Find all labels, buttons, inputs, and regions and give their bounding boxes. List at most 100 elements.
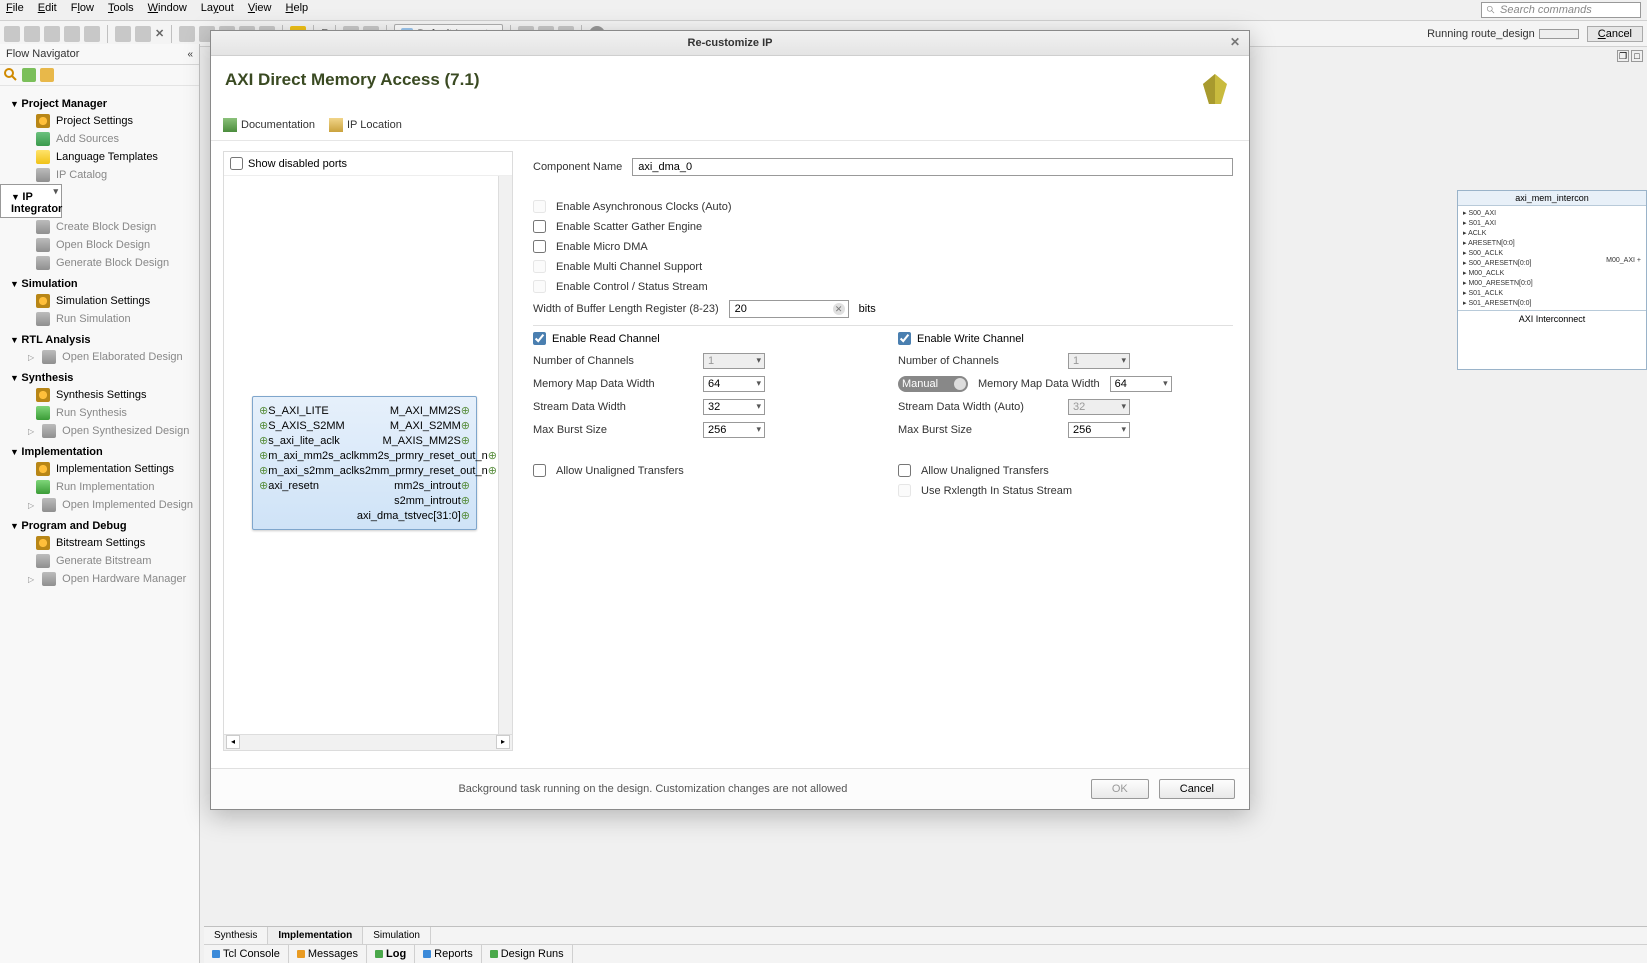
enable-async-clocks-label: Enable Asynchronous Clocks (Auto): [556, 201, 731, 213]
bottom-tab[interactable]: Reports: [415, 945, 482, 963]
search-icon[interactable]: [4, 68, 18, 82]
nav-tb-icon[interactable]: [40, 68, 54, 82]
bottom-tab[interactable]: Implementation: [268, 927, 363, 944]
nav-item[interactable]: Open Synthesized Design: [0, 422, 199, 440]
tb-icon[interactable]: [24, 26, 40, 42]
nav-item[interactable]: Generate Block Design: [0, 254, 199, 272]
enable-async-clocks-checkbox: [533, 200, 546, 213]
enable-write-channel-checkbox[interactable]: [898, 332, 911, 345]
read-unaligned-checkbox[interactable]: [533, 464, 546, 477]
write-unaligned-checkbox[interactable]: [898, 464, 911, 477]
nav-item[interactable]: Open Block Design: [0, 236, 199, 254]
component-name-input[interactable]: [632, 158, 1233, 176]
bd-port: ▸ M00_ARESETN[0:0]: [1460, 278, 1644, 288]
nav-item[interactable]: Simulation Settings: [0, 292, 199, 310]
nav-item[interactable]: Add Sources: [0, 130, 199, 148]
ok-button[interactable]: OK: [1091, 779, 1149, 799]
vertical-scrollbar[interactable]: [498, 176, 512, 736]
tab-icon: [490, 950, 498, 958]
bottom-tab[interactable]: Tcl Console: [204, 945, 289, 963]
tb-icon[interactable]: [4, 26, 20, 42]
menu-tools[interactable]: Tools: [108, 2, 134, 18]
write-mmw-select[interactable]: 64: [1110, 376, 1172, 392]
enable-write-channel-label: Enable Write Channel: [917, 333, 1024, 345]
tb-icon[interactable]: [179, 26, 195, 42]
tab-label: Design Runs: [501, 948, 564, 960]
tb-icon[interactable]: [84, 26, 100, 42]
bottom-tab[interactable]: Messages: [289, 945, 367, 963]
nav-section[interactable]: Simulation: [0, 272, 199, 292]
enable-scatter-gather-checkbox[interactable]: [533, 220, 546, 233]
bottom-tab[interactable]: Log: [367, 945, 415, 963]
nav-section[interactable]: IP Integrator: [0, 184, 62, 218]
nav-item[interactable]: Run Simulation: [0, 310, 199, 328]
nav-item[interactable]: Project Settings: [0, 112, 199, 130]
nav-item[interactable]: IP Catalog: [0, 166, 199, 184]
maximize-icon[interactable]: □: [1631, 50, 1643, 62]
nav-item[interactable]: Bitstream Settings: [0, 534, 199, 552]
read-mmw-select[interactable]: 64: [703, 376, 765, 392]
nav-section[interactable]: Program and Debug: [0, 514, 199, 534]
scroll-left-icon[interactable]: ◂: [226, 735, 240, 749]
nav-item[interactable]: Open Elaborated Design: [0, 348, 199, 366]
nav-item[interactable]: Open Implemented Design: [0, 496, 199, 514]
clear-icon[interactable]: ✕: [833, 303, 845, 315]
nav-item-icon: [36, 294, 50, 308]
nav-item-icon: [42, 572, 56, 586]
flow-navigator-toolbar: [0, 65, 199, 86]
ip-port-right: M_AXIS_MM2S⊕: [383, 434, 470, 447]
write-burst-select[interactable]: 256: [1068, 422, 1130, 438]
bottom-tab[interactable]: Design Runs: [482, 945, 573, 963]
tb-icon[interactable]: [64, 26, 80, 42]
scroll-right-icon[interactable]: ▸: [496, 735, 510, 749]
menu-edit[interactable]: Edit: [38, 2, 57, 18]
read-burst-select[interactable]: 256: [703, 422, 765, 438]
mmw-manual-toggle[interactable]: Manual: [898, 376, 968, 392]
nav-item[interactable]: Synthesis Settings: [0, 386, 199, 404]
dialog-footer: Background task running on the design. C…: [211, 768, 1249, 809]
nav-section[interactable]: Synthesis: [0, 366, 199, 386]
tb-icon[interactable]: [135, 26, 151, 42]
restore-icon[interactable]: ❐: [1617, 50, 1629, 62]
tb-icon[interactable]: [44, 26, 60, 42]
write-channel-group: Enable Write Channel Number of Channels1…: [898, 332, 1233, 504]
write-rxlen-label: Use Rxlength In Status Stream: [921, 485, 1072, 497]
bd-port: ▸ M00_ACLK: [1460, 268, 1644, 278]
menu-file[interactable]: File: [6, 2, 24, 18]
bottom-tab[interactable]: Simulation: [363, 927, 431, 944]
nav-item[interactable]: Create Block Design: [0, 218, 199, 236]
enable-read-channel-checkbox[interactable]: [533, 332, 546, 345]
show-disabled-ports-checkbox[interactable]: [230, 157, 243, 170]
menu-help[interactable]: Help: [286, 2, 309, 18]
menu-layout[interactable]: Layout: [201, 2, 234, 18]
documentation-link[interactable]: Documentation: [223, 118, 315, 132]
nav-item[interactable]: Language Templates: [0, 148, 199, 166]
buflen-input[interactable]: [729, 300, 849, 318]
cancel-button[interactable]: Cancel: [1159, 779, 1235, 799]
menu-flow[interactable]: Flow: [71, 2, 94, 18]
menu-window[interactable]: Window: [148, 2, 187, 18]
show-disabled-ports-label: Show disabled ports: [248, 158, 347, 170]
enable-micro-dma-checkbox[interactable]: [533, 240, 546, 253]
menu-view[interactable]: View: [248, 2, 272, 18]
bottom-tab[interactable]: Synthesis: [204, 927, 268, 944]
command-search[interactable]: Search commands: [1481, 2, 1641, 18]
close-icon[interactable]: ✕: [1227, 35, 1243, 51]
nav-tb-icon[interactable]: [22, 68, 36, 82]
nav-item[interactable]: Implementation Settings: [0, 460, 199, 478]
write-rxlen-checkbox: [898, 484, 911, 497]
bd-port: M00_AXI +: [1603, 256, 1644, 265]
nav-item[interactable]: Open Hardware Manager: [0, 570, 199, 588]
read-sdw-select[interactable]: 32: [703, 399, 765, 415]
horizontal-scrollbar[interactable]: ◂ ▸: [224, 734, 512, 750]
toolbar-cancel-button[interactable]: Cancel: [1587, 26, 1643, 42]
ip-location-link[interactable]: IP Location: [329, 118, 402, 132]
nav-item-label: Simulation Settings: [56, 295, 150, 307]
nav-item[interactable]: Run Implementation: [0, 478, 199, 496]
nav-section[interactable]: RTL Analysis: [0, 328, 199, 348]
nav-section[interactable]: Implementation: [0, 440, 199, 460]
nav-item[interactable]: Run Synthesis: [0, 404, 199, 422]
nav-item[interactable]: Generate Bitstream: [0, 552, 199, 570]
tb-icon[interactable]: [115, 26, 131, 42]
nav-section[interactable]: Project Manager: [0, 92, 199, 112]
